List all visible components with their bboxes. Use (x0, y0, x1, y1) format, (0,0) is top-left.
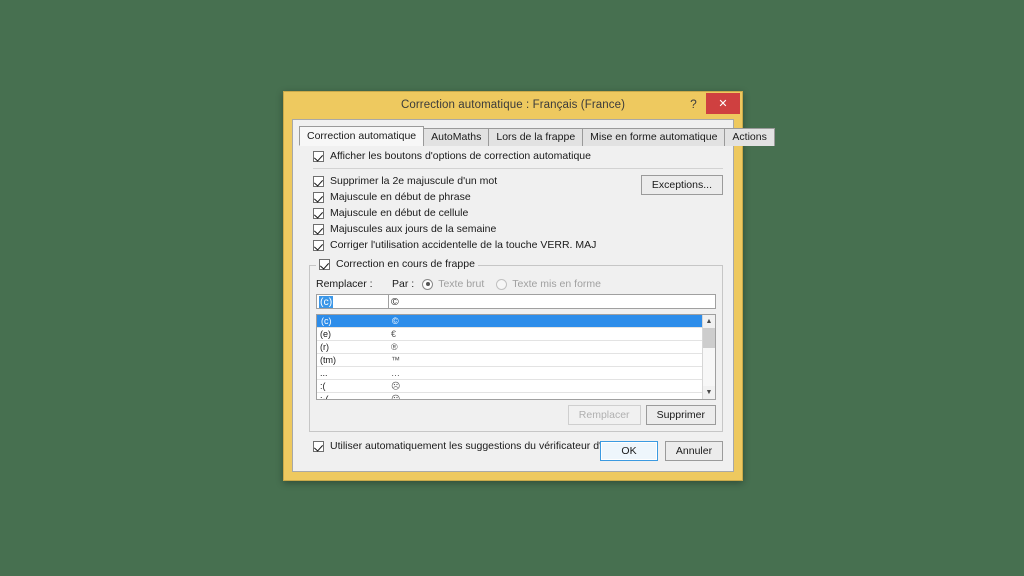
close-icon[interactable]: ✕ (706, 93, 740, 114)
table-row[interactable]: (r) ® (317, 341, 702, 354)
row-with-0: © (392, 316, 399, 326)
help-icon[interactable]: ? (681, 93, 706, 114)
autocorrect-dialog: Correction automatique : Français (Franc… (283, 91, 775, 481)
list-action-buttons: Remplacer Supprimer (316, 405, 716, 425)
replace-button[interactable]: Remplacer (567, 405, 641, 425)
replacements-list-body: (c) © (e) € (r) ® (tm) ™ ... …:(☹:-(… (317, 315, 702, 399)
row-with-5: ☹ (391, 380, 401, 391)
with-input-value: © (391, 295, 399, 308)
group-title-row[interactable]: Correction en cours de frappe (316, 258, 478, 270)
dialog-client-area: Correction automatique AutoMaths Lors de… (292, 119, 775, 472)
exceptions-button[interactable]: Exceptions... (640, 175, 723, 195)
option-show-buttons-row[interactable]: Afficher les boutons d'options de correc… (313, 150, 727, 162)
option-label-2: Majuscule en début de cellule (330, 207, 469, 219)
cancel-button[interactable]: Annuler (665, 441, 723, 461)
delete-button[interactable]: Supprimer (645, 405, 716, 425)
option-label-3: Majuscules aux jours de la semaine (330, 223, 497, 235)
group-title-label: Correction en cours de frappe (336, 258, 475, 270)
row-replace-2: (r) (320, 342, 329, 352)
tab-automaths[interactable]: AutoMaths (423, 128, 490, 146)
row-replace-0: (c) (321, 316, 332, 326)
tab-correction-automatique[interactable]: Correction automatique (299, 126, 425, 146)
tab-mise-en-forme-automatique[interactable]: Mise en forme automatique (582, 128, 726, 146)
checkbox-corriger-verr-maj[interactable] (313, 239, 324, 251)
dialog-footer: OK Annuler (600, 441, 723, 461)
row-replace-4: ... (320, 368, 328, 378)
title-bar-buttons: ? ✕ (681, 93, 740, 114)
option-label-1: Majuscule en début de phrase (330, 191, 471, 203)
row-with-3: ™ (391, 355, 400, 365)
option-show-buttons-label: Afficher les boutons d'options de correc… (330, 150, 591, 162)
row-with-2: ® (391, 342, 398, 352)
radio-texte-mis-en-forme[interactable] (496, 278, 508, 290)
ok-button[interactable]: OK (600, 441, 658, 461)
checkbox-majuscule-debut-cellule[interactable] (313, 207, 324, 219)
radio-texte-mis-en-forme-label: Texte mis en forme (512, 278, 601, 290)
replace-label: Remplacer : (316, 278, 373, 290)
table-row[interactable]: (tm) ™ (317, 354, 702, 367)
row-with-6: ☹ (391, 393, 401, 400)
radio-texte-brut[interactable] (422, 278, 434, 290)
option-label-4: Corriger l'utilisation accidentelle de l… (330, 239, 597, 251)
checkbox-majuscules-jours-semaine[interactable] (313, 223, 324, 235)
title-bar: Correction automatique : Français (Franc… (284, 92, 742, 118)
tab-lors-de-la-frappe[interactable]: Lors de la frappe (488, 128, 584, 146)
row-replace-3: (tm) (320, 355, 336, 365)
row-replace-5: :( (320, 381, 326, 391)
correction-en-cours-group: Correction en cours de frappe Remplacer … (309, 258, 723, 432)
dialog-title: Correction automatique : Français (Franc… (400, 99, 626, 111)
replace-labels-row: Remplacer : Par : Texte brut Texte mis e… (316, 278, 716, 290)
table-row[interactable]: :( ☹ (317, 380, 702, 393)
correction-automatique-panel: Afficher les boutons d'options de correc… (299, 146, 727, 465)
option-row-4[interactable]: Corriger l'utilisation accidentelle de l… (313, 239, 727, 251)
row-with-1: € (391, 329, 397, 339)
replace-inputs-row: (c) © (316, 294, 716, 309)
tab-actions[interactable]: Actions (724, 128, 775, 146)
table-row[interactable]: (e) € (317, 328, 702, 341)
scroll-up-icon[interactable]: ▲ (703, 315, 715, 328)
table-row[interactable]: ... … (317, 367, 702, 380)
replacements-list[interactable]: (c) © (e) € (r) ® (tm) ™ ... …:(☹:-(… (316, 314, 716, 400)
list-scrollbar[interactable]: ▲ ▼ (702, 315, 715, 399)
options-divider (313, 168, 723, 169)
tab-strip: Correction automatique AutoMaths Lors de… (299, 126, 775, 146)
scroll-down-icon[interactable]: ▼ (703, 386, 715, 399)
with-input[interactable]: © (388, 294, 716, 309)
replace-input-value: (c) (319, 295, 334, 308)
row-replace-6: :-( (320, 394, 329, 399)
checkbox-supprimer-2e-majuscule[interactable] (313, 175, 324, 187)
checkbox-majuscule-debut-phrase[interactable] (313, 191, 324, 203)
replace-input[interactable]: (c) (316, 294, 388, 309)
scrollbar-thumb[interactable] (703, 328, 715, 348)
table-row[interactable]: (c) © (317, 315, 702, 328)
option-label-0: Supprimer la 2e majuscule d'un mot (330, 175, 498, 187)
checkbox-show-buttons[interactable] (313, 150, 324, 162)
row-replace-1: (e) (320, 329, 331, 339)
option-row-3[interactable]: Majuscules aux jours de la semaine (313, 223, 727, 235)
with-label: Par : (392, 278, 415, 290)
option-row-2[interactable]: Majuscule en début de cellule (313, 207, 727, 219)
scrollbar-track[interactable] (703, 328, 715, 386)
checkbox-utiliser-suggestions-verificateur[interactable] (313, 440, 324, 452)
capitalization-options: Supprimer la 2e majuscule d'un mot Majus… (313, 175, 727, 251)
table-row[interactable]: :-( ☹ (317, 393, 702, 400)
radio-texte-brut-label: Texte brut (438, 278, 485, 290)
checkbox-correction-en-cours-frappe[interactable] (319, 258, 330, 270)
row-with-4: … (391, 368, 400, 378)
